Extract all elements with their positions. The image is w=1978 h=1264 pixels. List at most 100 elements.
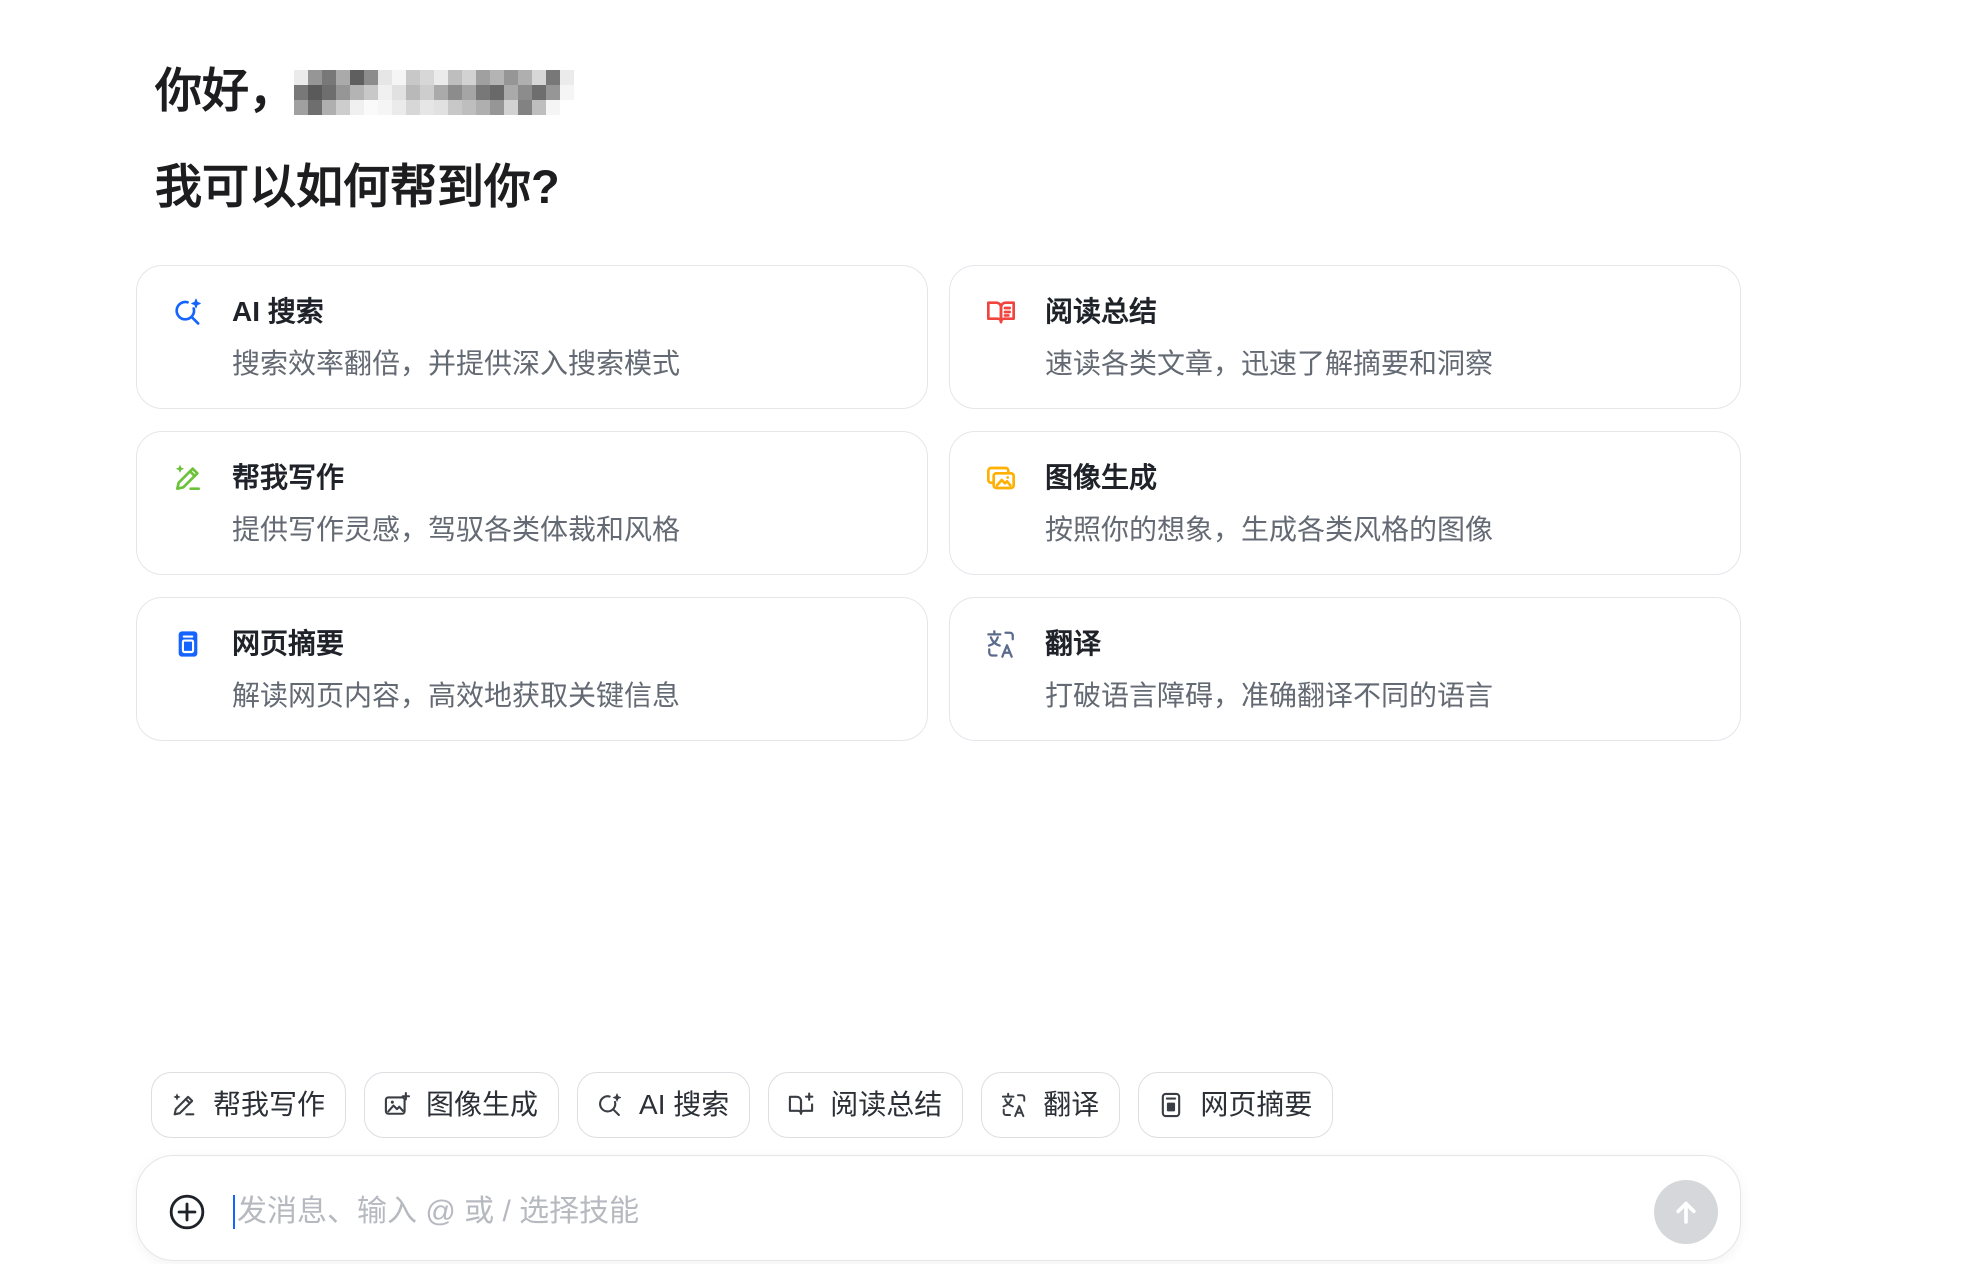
mosaic-cell (308, 100, 322, 115)
mosaic-cell (378, 85, 392, 100)
mosaic-cell (322, 100, 336, 115)
redacted-username (294, 70, 574, 115)
mosaic-cell (490, 70, 504, 85)
mosaic-cell (308, 85, 322, 100)
mosaic-cell (364, 70, 378, 85)
mosaic-cell (434, 70, 448, 85)
image-generation-icon (384, 1092, 411, 1115)
chip-label: AI 搜索 (639, 1089, 730, 1120)
mosaic-cell (406, 100, 420, 115)
text-cursor (233, 1195, 235, 1229)
plus-circle-icon (169, 1194, 205, 1230)
chip-label: 翻译 (1043, 1089, 1100, 1120)
web-summary-icon (178, 631, 198, 657)
mosaic-cell (560, 85, 574, 100)
mosaic-cell (504, 100, 518, 115)
read-summary-icon (789, 1092, 814, 1115)
skill-card-web-summary[interactable]: 网页摘要 解读网页内容，高效地获取关键信息 (136, 597, 928, 741)
greeting-hello: 你好， (155, 64, 296, 117)
mosaic-cell (448, 100, 462, 115)
card-description: 速读各类文章，迅速了解摘要和洞察 (1045, 348, 1494, 379)
mosaic-cell (308, 70, 322, 85)
card-title: 帮我写作 (232, 462, 345, 493)
card-description: 打破语言障碍，准确翻译不同的语言 (1045, 680, 1494, 711)
send-button[interactable] (1654, 1180, 1718, 1244)
skill-cards-grid: AI 搜索 搜索效率翻倍，并提供深入搜索模式 阅读总结 速读各类文章，迅速了解摘… (136, 265, 1741, 741)
ai-search-icon (599, 1093, 622, 1117)
chip-write[interactable]: 帮我写作 (151, 1072, 347, 1138)
skill-card-translate[interactable]: 翻译 打破语言障碍，准确翻译不同的语言 (949, 597, 1741, 741)
mosaic-cell (420, 100, 434, 115)
mosaic-cell (560, 70, 574, 85)
mosaic-cell (378, 70, 392, 85)
mosaic-cell (546, 70, 560, 85)
message-input[interactable] (237, 1188, 1627, 1236)
mosaic-cell (504, 85, 518, 100)
web-summary-icon (1162, 1092, 1181, 1118)
mosaic-cell (490, 85, 504, 100)
translate-icon (987, 630, 1014, 658)
card-title: 翻译 (1045, 628, 1102, 659)
mosaic-cell (350, 85, 364, 100)
mosaic-cell (532, 70, 546, 85)
mosaic-cell (490, 100, 504, 115)
mosaic-cell (322, 70, 336, 85)
mosaic-cell (350, 100, 364, 115)
mosaic-cell (336, 85, 350, 100)
mosaic-cell (504, 70, 518, 85)
add-attachment-button[interactable] (168, 1193, 206, 1231)
mosaic-cell (420, 70, 434, 85)
mosaic-cell (364, 85, 378, 100)
mosaic-cell (364, 100, 378, 115)
skill-chip-bar: 帮我写作 图像生成 AI 搜索 阅读总结 翻译 网页摘要 (151, 1072, 1334, 1138)
greeting-question: 我可以如何帮到你? (155, 160, 560, 213)
mosaic-cell (406, 85, 420, 100)
mosaic-cell (476, 85, 490, 100)
chip-ai-search[interactable]: AI 搜索 (577, 1072, 751, 1138)
chip-translate[interactable]: 翻译 (981, 1072, 1121, 1138)
skill-card-image-generation[interactable]: 图像生成 按照你的想象，生成各类风格的图像 (949, 431, 1741, 575)
mosaic-cell (322, 85, 336, 100)
mosaic-cell (434, 100, 448, 115)
mosaic-cell (392, 100, 406, 115)
mosaic-cell (294, 100, 308, 115)
mosaic-cell (518, 85, 532, 100)
read-summary-icon (987, 301, 1015, 324)
arrow-up-icon (1676, 1201, 1696, 1224)
mosaic-cell (448, 70, 462, 85)
chip-read-summary[interactable]: 阅读总结 (768, 1072, 964, 1138)
mosaic-cell (462, 85, 476, 100)
write-icon (176, 465, 200, 490)
mosaic-cell (532, 85, 546, 100)
write-icon (173, 1093, 195, 1116)
mosaic-cell (476, 100, 490, 115)
mosaic-cell (476, 70, 490, 85)
chip-label: 网页摘要 (1200, 1089, 1313, 1120)
image-generation-icon (987, 466, 1015, 490)
skill-card-ai-search[interactable]: AI 搜索 搜索效率翻倍，并提供深入搜索模式 (136, 265, 928, 409)
message-composer (136, 1155, 1741, 1261)
chip-image-generation[interactable]: 图像生成 (364, 1072, 560, 1138)
card-description: 搜索效率翻倍，并提供深入搜索模式 (232, 348, 681, 379)
mosaic-cell (546, 85, 560, 100)
card-description: 提供写作灵感，驾驭各类体裁和风格 (232, 514, 681, 545)
card-description: 按照你的想象，生成各类风格的图像 (1045, 514, 1494, 545)
mosaic-cell (392, 70, 406, 85)
skill-card-read-summary[interactable]: 阅读总结 速读各类文章，迅速了解摘要和洞察 (949, 265, 1741, 409)
mosaic-cell (518, 100, 532, 115)
mosaic-cell (392, 85, 406, 100)
mosaic-cell (518, 70, 532, 85)
mosaic-cell (532, 100, 546, 115)
mosaic-cell (336, 70, 350, 85)
card-title: 网页摘要 (232, 628, 345, 659)
chip-web-summary[interactable]: 网页摘要 (1138, 1072, 1334, 1138)
card-title: AI 搜索 (232, 296, 324, 327)
mosaic-cell (546, 100, 560, 115)
translate-icon (1002, 1092, 1026, 1118)
mosaic-cell (294, 85, 308, 100)
card-title: 图像生成 (1045, 462, 1158, 493)
mosaic-cell (406, 70, 420, 85)
chip-label: 帮我写作 (213, 1089, 326, 1120)
chip-label: 阅读总结 (830, 1089, 943, 1120)
skill-card-write[interactable]: 帮我写作 提供写作灵感，驾驭各类体裁和风格 (136, 431, 928, 575)
